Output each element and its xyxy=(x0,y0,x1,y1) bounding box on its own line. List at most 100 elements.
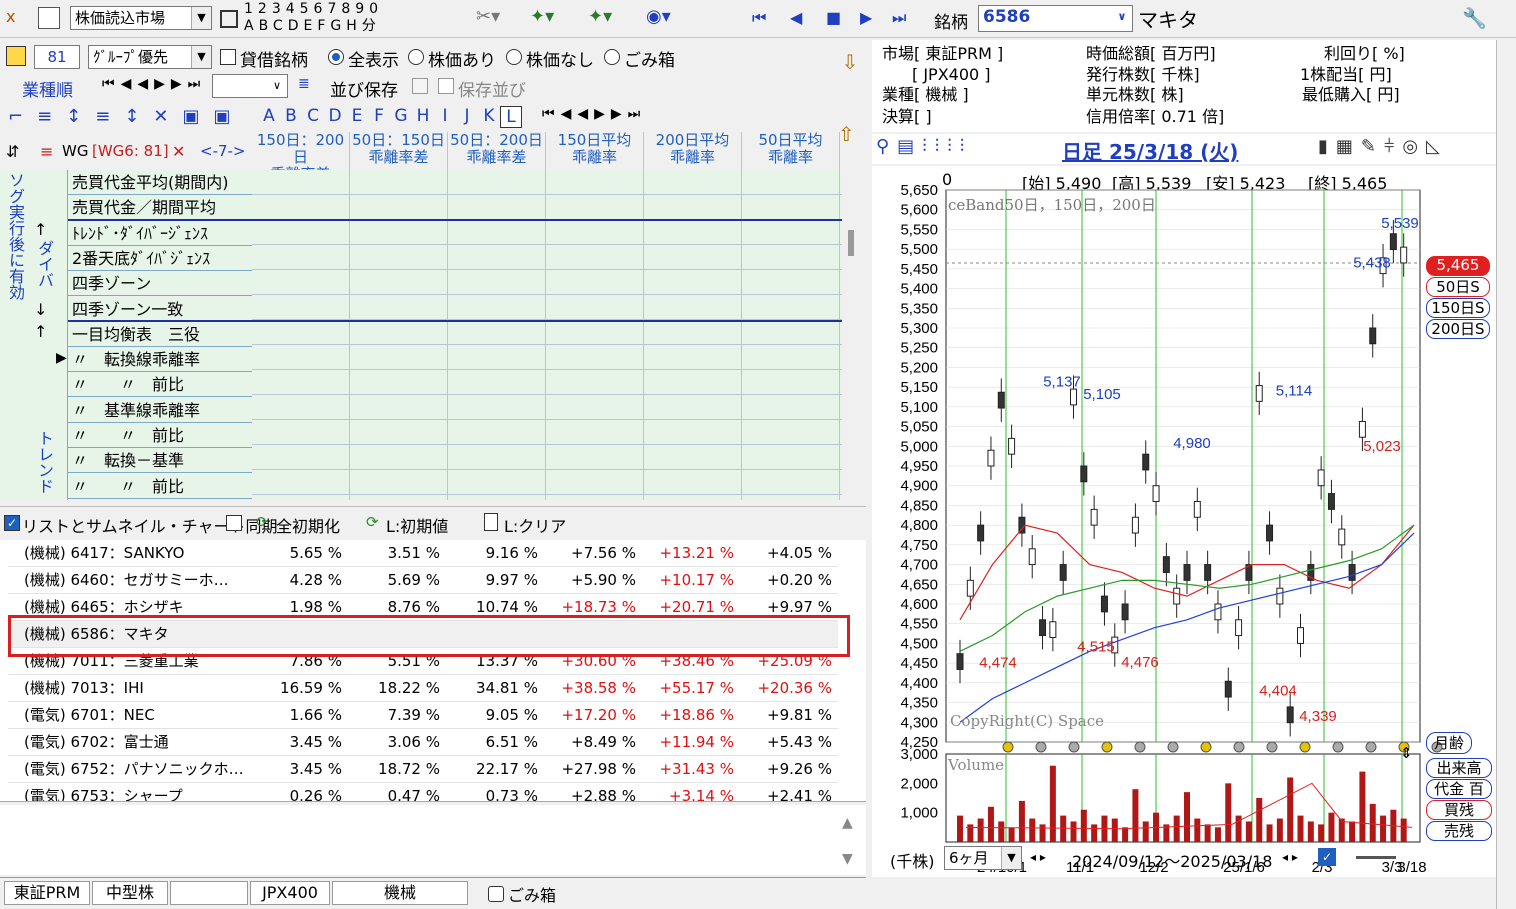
col-letter-b[interactable]: B xyxy=(280,106,302,128)
init-l-button[interactable]: L:初期値 xyxy=(386,513,448,537)
group-letter-buttons[interactable]: ABCDEFGH分 xyxy=(244,18,381,34)
indicator-row-label[interactable]: 〃 〃 前比 xyxy=(68,473,252,499)
column-header[interactable]: 50日平均 乖離率 xyxy=(742,132,840,170)
col-letter-i[interactable]: I xyxy=(434,106,456,128)
col-letter-j[interactable]: J xyxy=(456,106,478,128)
col-letter-g[interactable]: G xyxy=(390,106,412,128)
chart-title[interactable]: 日足 25/3/18 (火) xyxy=(1062,136,1238,165)
saved-sort-box[interactable] xyxy=(438,78,454,94)
lending-checkbox[interactable] xyxy=(220,49,236,65)
volume-mode-button[interactable]: 売残 xyxy=(1426,821,1492,841)
col-letter-c[interactable]: C xyxy=(302,106,324,128)
stock-code-select[interactable]: 6586 ∨ xyxy=(978,5,1133,32)
last-stock-icon[interactable]: ⏭ xyxy=(892,6,906,30)
prev-stock-icon[interactable]: ◀ xyxy=(790,6,802,30)
column-nav-icons[interactable]: ⏮◀◀▶▶⏭ xyxy=(542,106,646,122)
stock-list-row[interactable]: (電気) 6702：富士通 3.45 % 3.06 % 6.51 % +8.49 % +1… xyxy=(8,729,838,756)
wg-list-icon[interactable]: ≡ xyxy=(40,142,53,161)
column-header[interactable]: 150日：200日乖離率差 xyxy=(252,132,350,183)
init-l-icon[interactable]: ⟳ xyxy=(366,513,384,533)
stock-list-row[interactable]: (電気) 6753：シャープ 0.26 % 0.47 % 0.73 % +2.88 % +… xyxy=(8,783,838,801)
prev-period-icon[interactable]: ◂ ▸ xyxy=(1030,850,1046,864)
radio-all[interactable] xyxy=(328,49,344,65)
export-icon[interactable] xyxy=(6,46,26,66)
download-icon[interactable]: ⇩ xyxy=(838,50,862,86)
step-icon[interactable]: ⇵ xyxy=(6,142,19,161)
column-header[interactable]: 50日：200日 乖離率差 xyxy=(448,132,546,170)
wrench-icon[interactable]: 🔧 xyxy=(1462,6,1487,30)
indicator-row-label[interactable]: 〃 基準線乖離率 xyxy=(68,397,252,423)
col-letter-a[interactable]: A xyxy=(258,106,280,128)
chart-right-icons[interactable]: ▮▦✎⫩◎◺ xyxy=(1318,136,1448,157)
nav-arrows-icon[interactable]: ⏮◀◀▶▶⏭ xyxy=(102,76,206,92)
grid-icon[interactable] xyxy=(220,10,238,28)
col-letter-h[interactable]: H xyxy=(412,106,434,128)
col-letter-e[interactable]: E xyxy=(346,106,368,128)
stop-icon[interactable]: ■ xyxy=(826,6,841,30)
document-add-icon[interactable] xyxy=(38,7,60,29)
radio-trash[interactable] xyxy=(604,49,620,65)
upload-icon[interactable]: ⇧ xyxy=(838,122,855,146)
scroll-arrow-icon[interactable]: ⇕ xyxy=(1400,744,1413,762)
stock-list-row[interactable]: (機械) 7013：IHI 16.59 % 18.22 % 34.81 % +38.58… xyxy=(8,675,838,702)
clear-l-button[interactable]: L:クリア xyxy=(504,513,566,537)
stock-list-row[interactable]: (電気) 6701：NEC 1.66 % 7.39 % 9.05 % +17.20 % +… xyxy=(8,702,838,729)
ma-legend-button[interactable]: 50日S xyxy=(1426,277,1490,297)
indicator-row-label[interactable]: ﾄﾚﾝﾄﾞ･ﾀﾞｲﾊﾞｰｼﾞｪﾝｽ xyxy=(68,220,252,246)
col-letter-l[interactable]: L xyxy=(500,106,522,128)
wg-delete-icon[interactable]: ✕ xyxy=(172,142,185,161)
next-stock-icon[interactable]: ▶ xyxy=(860,6,872,30)
period-select[interactable]: 6ヶ月 ▼ xyxy=(944,846,1022,870)
scroll-up-icon[interactable]: ▲ xyxy=(842,815,853,831)
indicator-row-label[interactable]: 売買代金／期間平均 xyxy=(68,195,252,221)
save-sort-icon[interactable]: ≣ xyxy=(298,76,322,96)
next-period-icon[interactable]: ◂ ▸ xyxy=(1282,850,1298,864)
sync-checkbox[interactable]: ✓ xyxy=(4,515,20,531)
ma-legend-button[interactable]: 150日S xyxy=(1426,298,1490,318)
radio-with-price[interactable] xyxy=(408,49,424,65)
stock-list-row[interactable]: (電気) 6752：パナソニックホ… 3.45 % 18.72 % 22.17 % +2… xyxy=(8,756,838,783)
indicator-row-label[interactable]: 〃 〃 前比 xyxy=(68,372,252,398)
sort-select[interactable]: ∨ xyxy=(212,74,288,98)
indicator-row-label[interactable]: 四季ゾーン一致 xyxy=(68,296,252,322)
col-letter-k[interactable]: K xyxy=(478,106,500,128)
saved-sort-checkbox[interactable] xyxy=(412,78,428,94)
column-header[interactable]: 200日平均 乖離率 xyxy=(644,132,742,170)
stock-list-row[interactable]: (機械) 6460：セガサミーホ… 4.28 % 5.69 % 9.97 % +5.90… xyxy=(8,567,838,594)
trash-checkbox[interactable] xyxy=(488,886,504,902)
column-letter-tabs[interactable]: A B C D E F G H I J K L xyxy=(258,106,522,128)
column-header[interactable]: 150日平均 乖離率 xyxy=(546,132,644,170)
cursor-icon[interactable]: ⅹ xyxy=(6,7,28,29)
search-icon[interactable]: ✦▾ xyxy=(530,6,554,27)
date-sync-checkbox[interactable]: ✓ xyxy=(1318,848,1336,866)
volume-mode-button[interactable]: 出来高 xyxy=(1426,758,1492,778)
indicator-row-label[interactable]: 〃 〃 前比 xyxy=(68,423,252,448)
indicator-row-label[interactable]: 〃 転換－基準 xyxy=(68,448,252,474)
sort-label[interactable]: 業種順 xyxy=(22,76,73,101)
indicator-row-label[interactable]: 〃 転換線乖離率 xyxy=(68,347,252,373)
col-letter-f[interactable]: F xyxy=(368,106,390,128)
indicator-row-label[interactable]: 2番天底ﾀﾞｲﾊﾞｼﾞｪﾝｽ xyxy=(68,245,252,271)
indicator-row-label[interactable]: 一目均衡表 三役 xyxy=(68,321,252,347)
scroll-down-icon[interactable]: ▼ xyxy=(842,851,853,867)
chart-tool-icons[interactable]: ⚲▤⫶⫶⫶⫶ xyxy=(876,136,972,157)
stock-list-row[interactable]: (機械) 6417：SANKYO 5.65 % 3.51 % 9.16 % +7.56 … xyxy=(8,540,838,567)
indicator-row-label[interactable]: 四季ゾーン xyxy=(68,271,252,297)
column-header[interactable]: 50日：150日 乖離率差 xyxy=(350,132,448,170)
market-select[interactable]: 株価読込市場 ▼ xyxy=(70,6,212,30)
group-digit-buttons[interactable]: 1234567890 xyxy=(244,1,383,17)
zoom-slider[interactable] xyxy=(1356,856,1396,859)
volume-mode-button[interactable]: 買残 xyxy=(1426,800,1492,820)
volume-mode-button[interactable]: 代金 百 xyxy=(1426,779,1492,799)
first-stock-icon[interactable]: ⏮ xyxy=(752,6,766,30)
sync-extra-checkbox[interactable] xyxy=(226,515,242,531)
globe-icon[interactable]: ◉▾ xyxy=(646,6,671,27)
group-priority-select[interactable]: ｸﾞﾙｰﾌﾟ優先 ▼ xyxy=(88,45,212,69)
init-all-icon[interactable]: ⟳ xyxy=(256,513,274,533)
indicator-row-label[interactable]: 売買代金平均(期間内) xyxy=(68,170,252,195)
init-all-button[interactable]: 全初期化 xyxy=(276,513,340,537)
filter-icon[interactable]: ✦▾ xyxy=(588,6,612,27)
radio-no-price[interactable] xyxy=(506,49,522,65)
save-sort-label[interactable]: 並び保存 xyxy=(330,76,398,101)
col-letter-d[interactable]: D xyxy=(324,106,346,128)
